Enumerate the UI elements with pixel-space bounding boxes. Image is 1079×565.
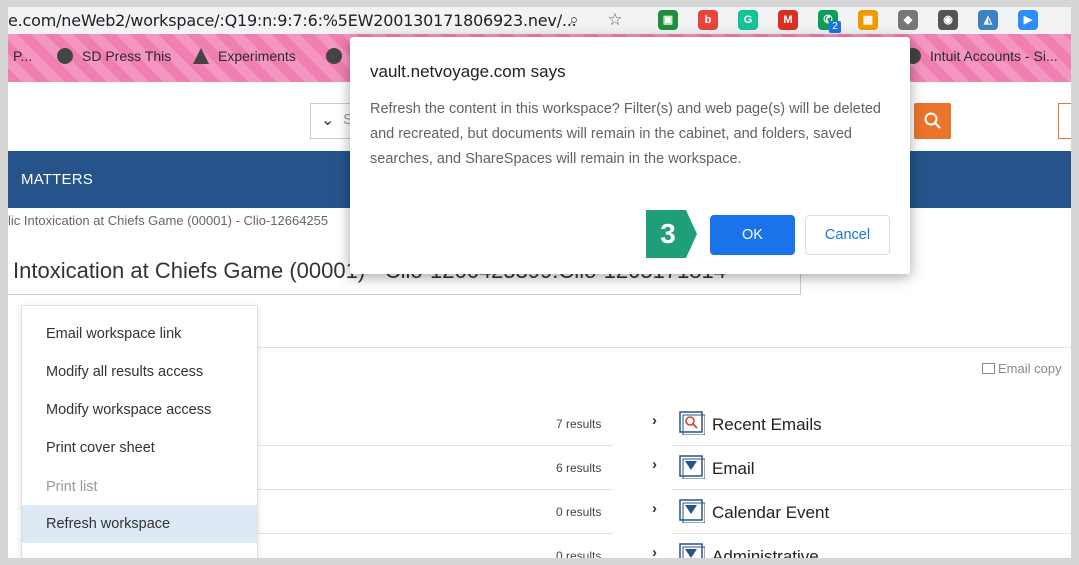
confirm-dialog: vault.netvoyage.com says Refresh the con… (350, 37, 910, 274)
globe-icon (57, 48, 73, 64)
search-icon (924, 112, 941, 129)
menu-item-modify-all-results-access[interactable]: Modify all results access (22, 353, 257, 391)
nav-matters[interactable]: MATTERS (21, 171, 93, 188)
robot-extension-icon[interactable]: ▣ (658, 10, 678, 30)
header-action-button[interactable] (1058, 103, 1071, 139)
bookmark-item[interactable]: Experiments (193, 48, 296, 64)
step-number: 3 (660, 218, 676, 249)
browser-address-bar[interactable]: e.com/neWeb2/workspace/:Q19:n:9:7:6:%5EW… (8, 7, 1071, 34)
email-copy-link[interactable]: Email copy (982, 361, 1062, 376)
grammarly-icon[interactable]: G (738, 10, 758, 30)
filter-folder-icon (679, 499, 705, 523)
menu-item-modify-workspace-access[interactable]: Modify workspace access (22, 391, 257, 429)
result-count: 6 results (556, 461, 602, 475)
grid-extension-icon[interactable]: ▦ (858, 10, 878, 30)
search-button[interactable] (914, 103, 951, 139)
drive-extension-icon[interactable]: ◆ (898, 10, 918, 30)
chevron-down-icon: ⌄ (321, 112, 335, 129)
notification-badge: 2 (829, 21, 841, 33)
screenshot-frame: e.com/neWeb2/workspace/:Q19:n:9:7:6:%5EW… (8, 7, 1071, 558)
menu-item-print-list: Print list (46, 479, 98, 495)
row-divider (672, 489, 1071, 490)
result-count: 0 results (556, 549, 602, 558)
row-divider (258, 489, 613, 490)
url-text[interactable]: e.com/neWeb2/workspace/:Q19:n:9:7:6:%5EW… (8, 11, 577, 30)
dialog-title: vault.netvoyage.com says (370, 62, 566, 81)
folder-link[interactable]: Email (712, 459, 755, 479)
menu-item-email-workspace-link[interactable]: Email workspace link (22, 315, 257, 353)
ok-button[interactable]: OK (710, 215, 795, 255)
bookmark-star-icon[interactable]: ☆ (605, 10, 625, 30)
bookmark-item[interactable]: P... (13, 48, 32, 64)
row-divider (672, 445, 1071, 446)
bird-extension-icon[interactable]: ◭ (978, 10, 998, 30)
folder-link[interactable]: Administrative (712, 547, 819, 558)
b-extension-icon[interactable]: b (698, 10, 718, 30)
workspace-actions-menu: Email workspace link Modify all results … (21, 305, 258, 558)
expand-chevron-icon[interactable]: › (652, 412, 657, 429)
zoom-extension-icon[interactable]: ▶ (1018, 10, 1038, 30)
saved-search-folder-icon (679, 411, 705, 435)
expand-chevron-icon[interactable]: › (652, 500, 657, 517)
envelope-icon (982, 363, 995, 374)
result-count: 0 results (556, 505, 602, 519)
divider (258, 347, 1071, 348)
eye-slash-extension-icon[interactable]: ◉ (938, 10, 958, 30)
menu-item-print-cover-sheet[interactable]: Print cover sheet (22, 429, 257, 467)
dialog-message: Refresh the content in this workspace? F… (370, 101, 881, 167)
bookmark-item[interactable]: SD Press This (57, 48, 171, 64)
row-divider (258, 533, 613, 534)
expand-chevron-icon[interactable]: › (652, 456, 657, 473)
breadcrumb[interactable]: lic Intoxication at Chiefs Game (00001) … (8, 213, 328, 228)
row-divider (672, 533, 1071, 534)
expand-chevron-icon[interactable]: › (652, 544, 657, 558)
bookmark-item[interactable] (326, 48, 351, 64)
bookmark-item[interactable]: Intuit Accounts - Si... (905, 48, 1058, 64)
result-count: 7 results (556, 417, 602, 431)
flask-icon (193, 48, 209, 64)
folder-link[interactable]: Recent Emails (712, 415, 822, 435)
step-badge: 3 (646, 210, 698, 258)
filter-folder-icon (679, 543, 705, 558)
globe-icon (326, 48, 342, 64)
gmail-icon[interactable]: M (778, 10, 798, 30)
menu-item-refresh-workspace[interactable]: Refresh workspace (22, 505, 257, 543)
filter-folder-icon (679, 455, 705, 479)
cancel-button[interactable]: Cancel (805, 215, 890, 255)
row-divider (258, 445, 613, 446)
folder-link[interactable]: Calendar Event (712, 503, 829, 523)
zoom-icon[interactable]: ⌕ (564, 10, 584, 30)
